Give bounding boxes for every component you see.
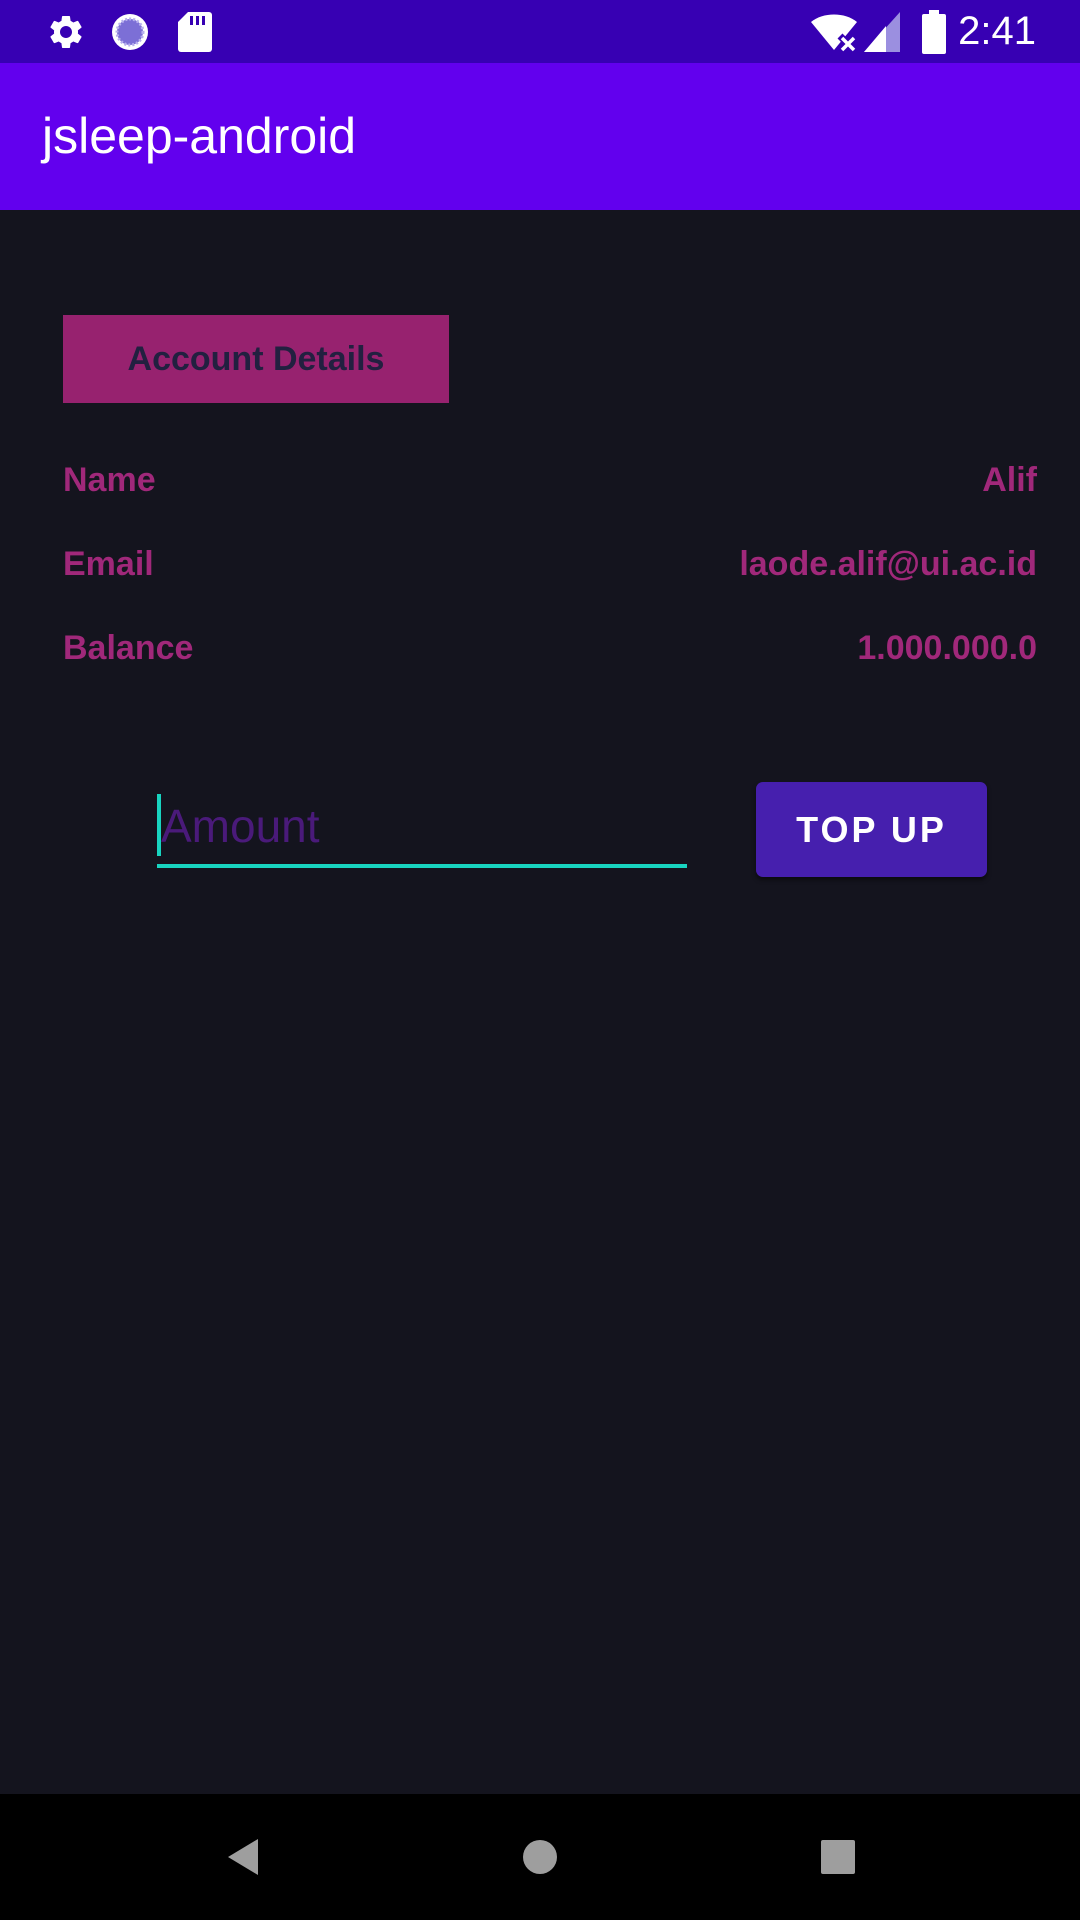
balance-label: Balance bbox=[63, 629, 194, 667]
back-icon[interactable] bbox=[204, 1819, 280, 1895]
recents-icon[interactable] bbox=[800, 1819, 876, 1895]
balance-row: Balance 1.000.000.0 bbox=[63, 623, 1037, 673]
balance-value: 1.000.000.0 bbox=[857, 629, 1037, 667]
name-label: Name bbox=[63, 461, 156, 499]
email-label: Email bbox=[63, 545, 154, 583]
name-row: Name Alif bbox=[63, 455, 1037, 505]
gear-icon bbox=[50, 15, 82, 48]
name-value: Alif bbox=[982, 461, 1037, 499]
text-cursor bbox=[157, 794, 161, 856]
email-row: Email laode.alif@ui.ac.id bbox=[63, 539, 1037, 589]
email-value: laode.alif@ui.ac.id bbox=[739, 545, 1037, 583]
account-content: Account Details Name Alif Email laode.al… bbox=[0, 210, 1080, 1794]
navigation-bar bbox=[0, 1794, 1080, 1920]
app-bar: jsleep-android bbox=[0, 63, 1080, 210]
amount-input[interactable] bbox=[157, 788, 687, 868]
sync-circle-icon bbox=[112, 14, 148, 50]
cell-signal-icon bbox=[864, 12, 900, 52]
wifi-off-icon bbox=[811, 14, 858, 52]
status-time: 2:41 bbox=[958, 9, 1036, 53]
battery-icon bbox=[922, 10, 946, 54]
home-icon[interactable] bbox=[502, 1819, 578, 1895]
status-bar: 2:41 bbox=[0, 0, 1080, 63]
account-details-header: Account Details bbox=[63, 315, 449, 403]
sd-card-icon bbox=[178, 12, 212, 52]
top-up-button[interactable]: TOP UP bbox=[756, 782, 987, 877]
app-title: jsleep-android bbox=[42, 108, 357, 164]
